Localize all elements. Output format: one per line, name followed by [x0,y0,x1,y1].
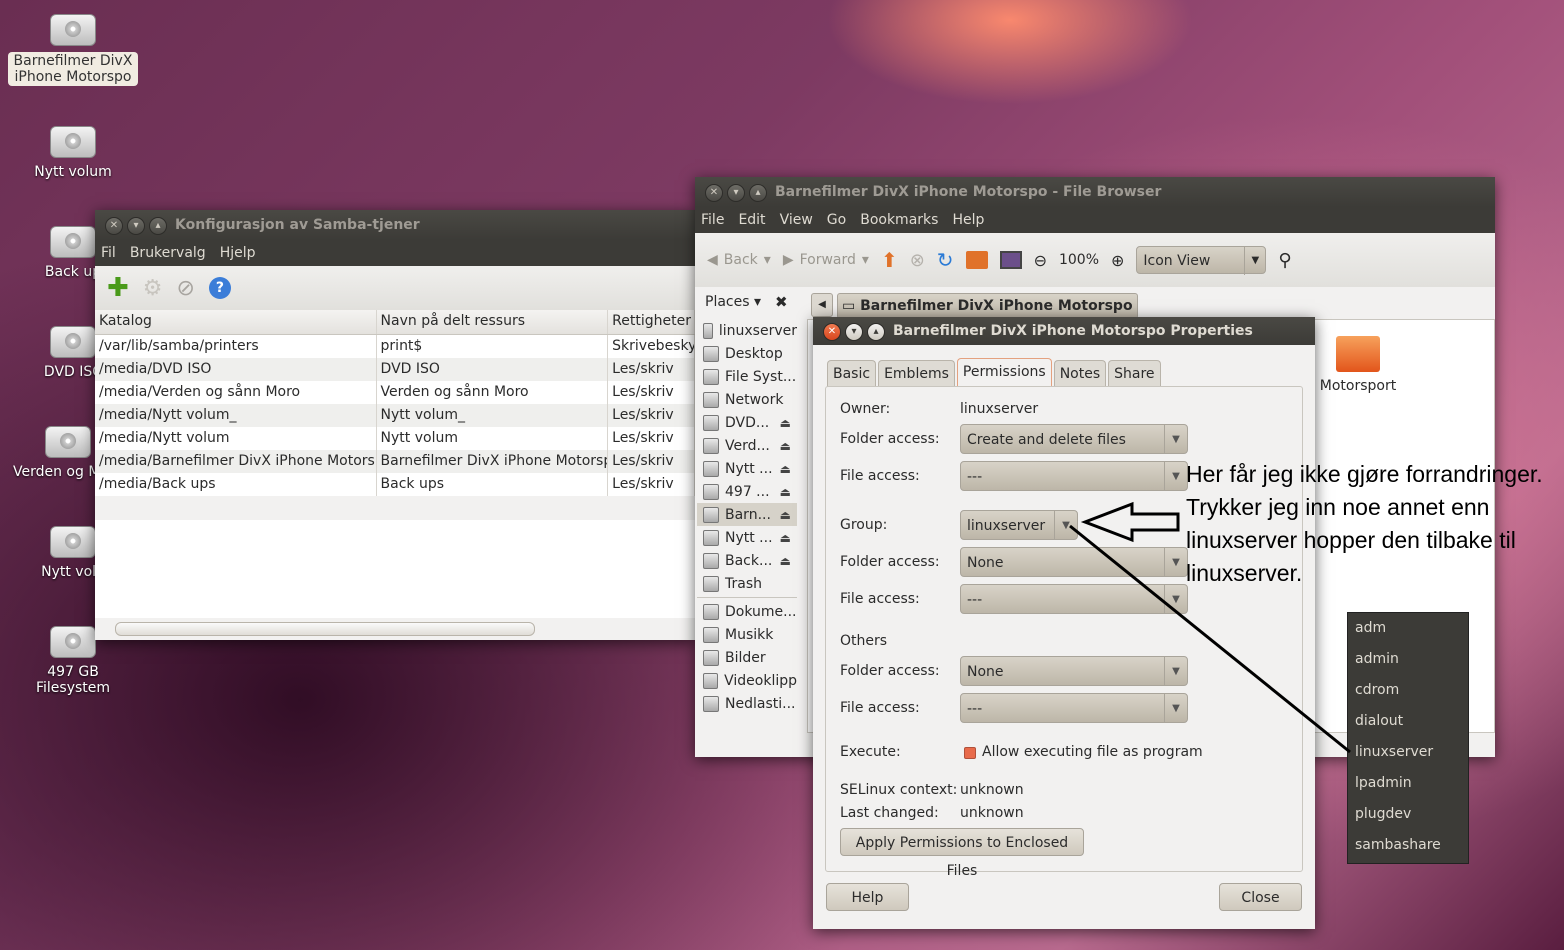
annotation-text: Her får jeg ikke gjøre forrandringer. Tr… [1186,461,1543,586]
hollow-arrow-shape [1080,501,1180,543]
